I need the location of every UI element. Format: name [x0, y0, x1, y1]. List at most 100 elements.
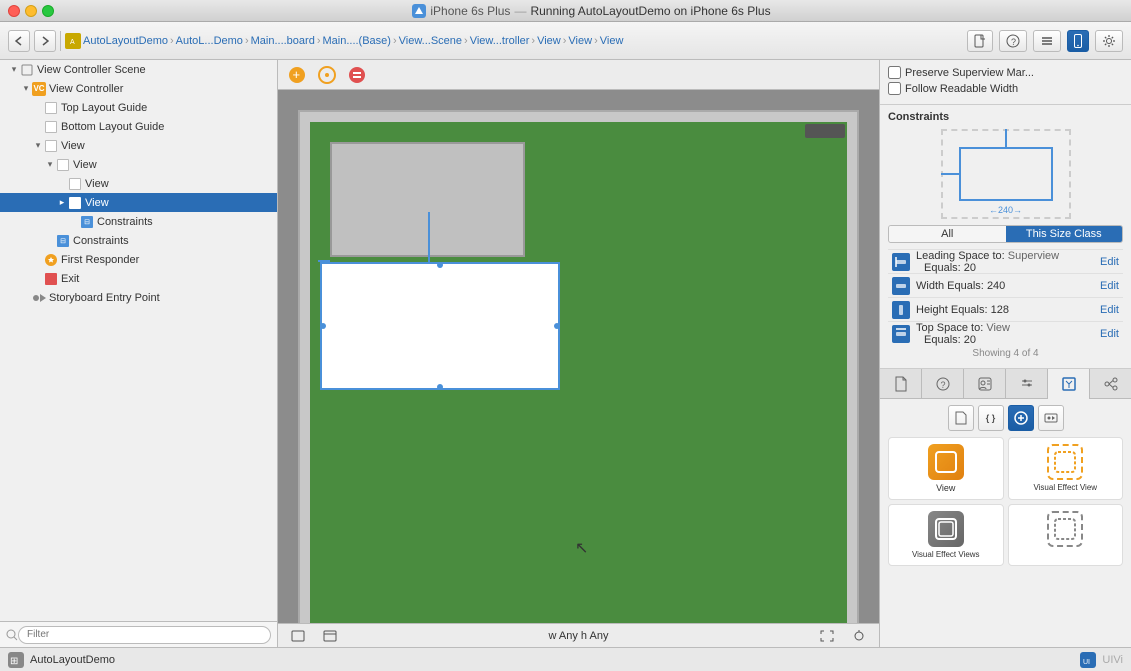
alignment-button[interactable] — [346, 64, 368, 86]
follow-readable-row: Follow Readable Width — [888, 82, 1123, 95]
tree-label-first-responder: First Responder — [61, 254, 139, 266]
breadcrumb-3[interactable]: Main....(Base) — [322, 35, 390, 47]
device-label: iPhone 6s Plus — [430, 4, 510, 18]
back-button[interactable] — [8, 30, 30, 52]
width-indicator: ←240→ — [989, 205, 1022, 215]
tree-item-top-layout[interactable]: Top Layout Guide — [0, 98, 277, 117]
inspect-button[interactable] — [1033, 30, 1061, 52]
canvas-page-button[interactable] — [318, 628, 342, 644]
obj-item-visual-effect-views[interactable]: Visual Effect Views — [888, 504, 1004, 566]
leading-space-edit[interactable]: Edit — [1100, 256, 1119, 268]
obj-item-view[interactable]: View — [888, 437, 1004, 500]
constraint-line-horizontal — [318, 260, 330, 262]
inspector-tabs: ? — [880, 369, 1131, 399]
width-icon — [892, 277, 910, 295]
tab-identity[interactable] — [964, 369, 1006, 399]
breadcrumb-5[interactable]: View...troller — [470, 35, 530, 47]
tree-item-view4[interactable]: View — [0, 193, 277, 212]
constraints-section: Constraints ←240→ All This Size Class — [880, 105, 1131, 369]
size-class-label: w Any h Any — [549, 630, 609, 642]
obj-icon-gray — [1047, 511, 1083, 547]
tab-connections[interactable] — [1090, 369, 1131, 399]
filter-input[interactable] — [18, 626, 271, 644]
tab-size[interactable] — [1048, 369, 1090, 399]
iphone-screen[interactable]: ↖ — [310, 122, 847, 623]
tab-file[interactable] — [880, 369, 922, 399]
breadcrumb-7[interactable]: View — [568, 35, 592, 47]
obj-tab-file[interactable] — [948, 405, 974, 431]
minimize-button[interactable] — [25, 5, 37, 17]
add-constraint-button[interactable]: + — [286, 64, 308, 86]
breadcrumb-0[interactable]: AutoLayoutDemo — [83, 35, 168, 47]
toolbar: A AutoLayoutDemo › AutoL...Demo › Main..… — [0, 22, 1131, 60]
tab-attributes[interactable] — [1006, 369, 1048, 399]
view-icon-4 — [68, 196, 82, 210]
tree-item-vc-scene[interactable]: View Controller Scene — [0, 60, 277, 79]
tree-item-vc[interactable]: VC View Controller — [0, 79, 277, 98]
settings-button[interactable] — [1095, 30, 1123, 52]
this-size-toggle-button[interactable]: This Size Class — [1006, 226, 1123, 242]
breadcrumb-6[interactable]: View — [537, 35, 561, 47]
tab-quickhelp[interactable]: ? — [922, 369, 964, 399]
breadcrumb-8[interactable]: View — [600, 35, 624, 47]
view-icon-top — [44, 101, 58, 115]
width-edit[interactable]: Edit — [1100, 280, 1119, 292]
right-panel-top: Preserve Superview Mar... Follow Readabl… — [880, 60, 1131, 105]
ios-device-button[interactable] — [1067, 30, 1089, 52]
constraint-handle-left — [320, 323, 326, 329]
height-edit[interactable]: Edit — [1100, 304, 1119, 316]
tree-label-entry-point: Storyboard Entry Point — [49, 292, 160, 304]
close-button[interactable] — [8, 5, 20, 17]
tree-label-view4: View — [85, 197, 109, 209]
canvas-pin-button[interactable] — [847, 628, 871, 644]
obj-tab-media[interactable] — [1038, 405, 1064, 431]
all-toggle-button[interactable]: All — [889, 226, 1006, 242]
tree-item-exit[interactable]: Exit — [0, 269, 277, 288]
constraints-title: Constraints — [888, 111, 1123, 123]
follow-readable-checkbox[interactable] — [888, 82, 901, 95]
canvas-zoom-fit[interactable] — [815, 628, 839, 644]
tree-item-first-responder[interactable]: First Responder — [0, 250, 277, 269]
canvas-area: + — [278, 60, 879, 647]
canvas-content[interactable]: ↖ — [278, 90, 879, 623]
obj-tab-code[interactable]: { } — [978, 405, 1004, 431]
exit-icon — [44, 272, 58, 286]
tree-item-view3[interactable]: View — [0, 174, 277, 193]
expand-arrow-view1[interactable] — [32, 140, 44, 151]
expand-arrow-view2[interactable] — [44, 159, 56, 170]
tree-item-constraints1[interactable]: ⊟ Constraints — [0, 212, 277, 231]
tree-label-exit: Exit — [61, 273, 79, 285]
breadcrumb-4[interactable]: View...Scene — [399, 35, 462, 47]
new-file-button[interactable] — [967, 30, 993, 52]
view-icon-bottom — [44, 120, 58, 134]
tree-item-entry-point[interactable]: Storyboard Entry Point — [0, 288, 277, 307]
help-button[interactable]: ? — [999, 30, 1027, 52]
white-view[interactable] — [320, 262, 560, 390]
obj-item-gray[interactable] — [1008, 504, 1124, 566]
constraint-count: Showing 4 of 4 — [888, 345, 1123, 362]
tree-item-view2[interactable]: View — [0, 155, 277, 174]
tree-item-view1[interactable]: View — [0, 136, 277, 155]
obj-icon-visual-effect-views — [928, 511, 964, 547]
obj-item-visual-effect[interactable]: Visual Effect View — [1008, 437, 1124, 500]
tree-item-bottom-layout[interactable]: Bottom Layout Guide — [0, 117, 277, 136]
constraint-handle-top — [437, 262, 443, 268]
maximize-button[interactable] — [42, 5, 54, 17]
canvas-frame-button[interactable] — [286, 628, 310, 644]
expand-arrow-vc[interactable] — [20, 83, 32, 94]
expand-arrow-vc-scene[interactable] — [8, 64, 20, 75]
obj-tab-objects[interactable] — [1008, 405, 1034, 431]
breadcrumb-1[interactable]: AutoL...Demo — [176, 35, 243, 47]
tree-label-constraints2: Constraints — [73, 235, 129, 247]
top-space-edit[interactable]: Edit — [1100, 328, 1119, 340]
toolbar-right-buttons: ? — [967, 30, 1123, 52]
layout-button[interactable] — [316, 64, 338, 86]
tree-label-bottom-layout: Bottom Layout Guide — [61, 121, 164, 133]
breadcrumb-2[interactable]: Main....board — [251, 35, 315, 47]
expand-arrow-view4[interactable] — [56, 197, 68, 208]
forward-button[interactable] — [34, 30, 56, 52]
preserve-superview-checkbox[interactable] — [888, 66, 901, 79]
traffic-lights — [8, 5, 54, 17]
tree-item-constraints2[interactable]: ⊟ Constraints — [0, 231, 277, 250]
xcode-icon — [412, 4, 426, 18]
